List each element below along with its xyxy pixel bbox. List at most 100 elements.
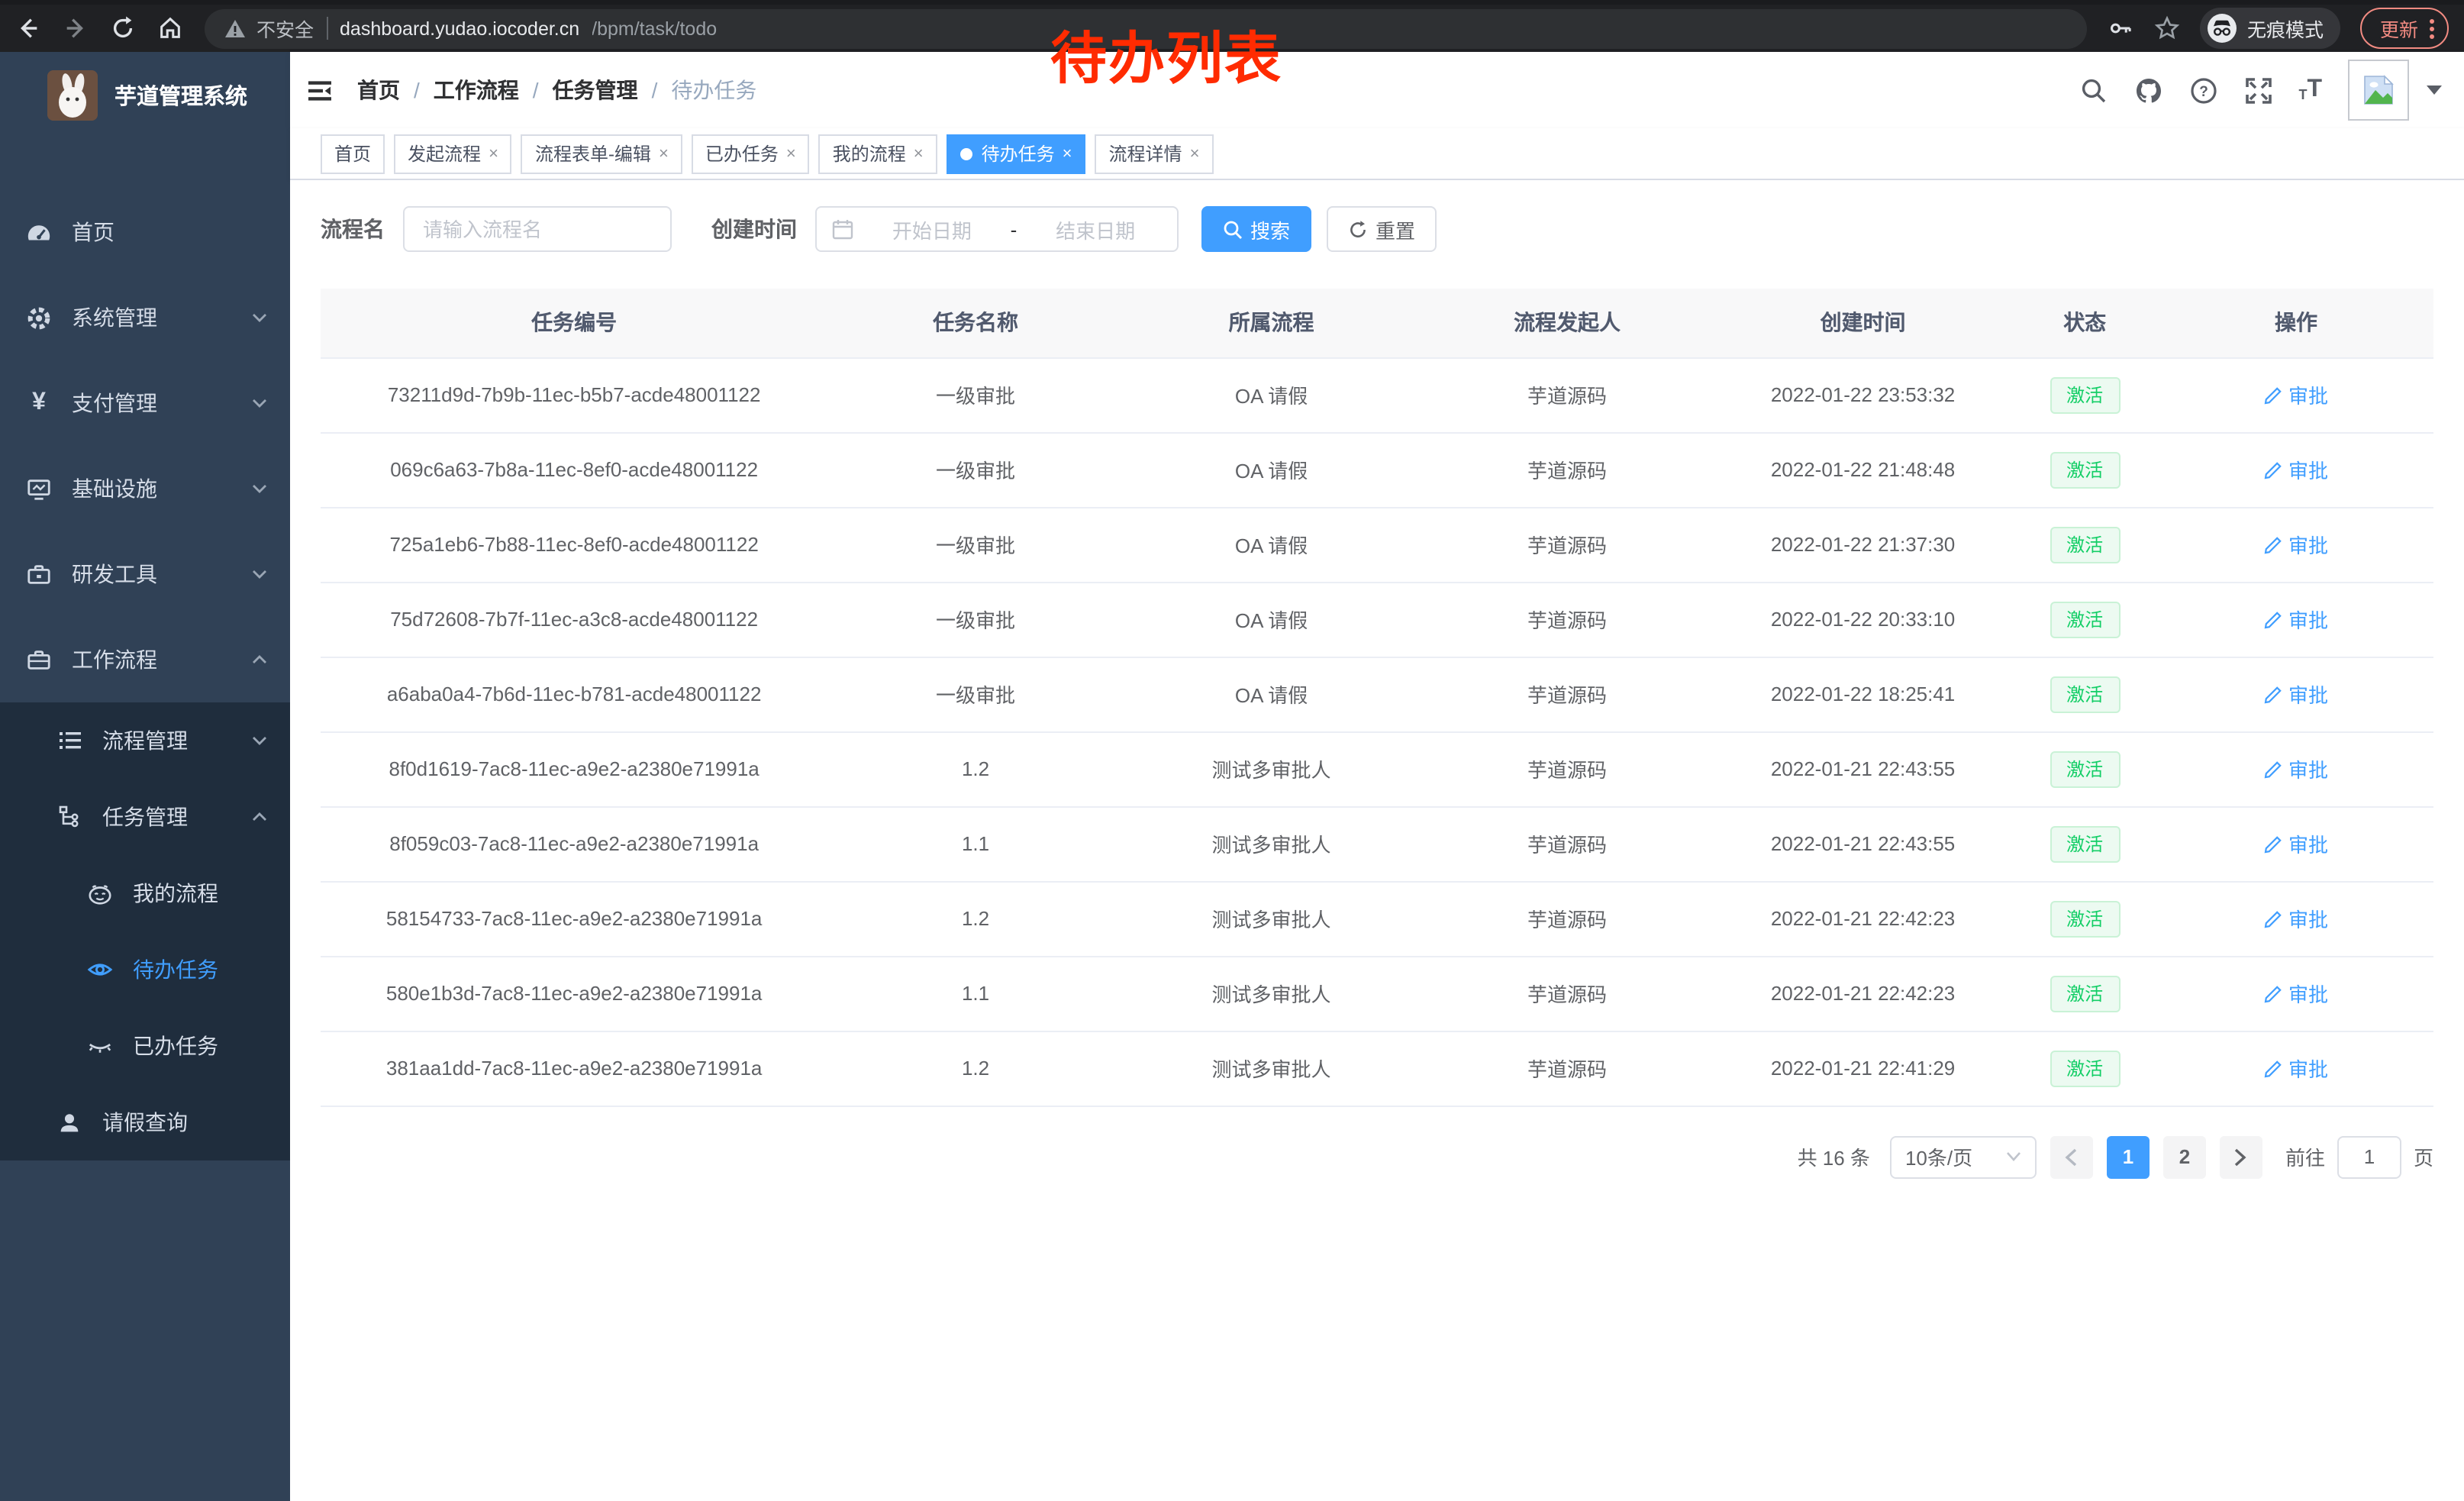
incognito-icon [2208, 14, 2237, 43]
browser-menu-icon[interactable] [2429, 18, 2435, 39]
tab-label: 发起流程 [408, 140, 481, 166]
approve-button[interactable]: 审批 [2264, 904, 2328, 933]
approve-button[interactable]: 审批 [2264, 380, 2328, 409]
date-range-picker[interactable]: 开始日期 - 结束日期 [815, 206, 1179, 252]
tab-done-tasks[interactable]: 已办任务 × [692, 134, 810, 173]
approve-button[interactable]: 审批 [2264, 979, 2328, 1008]
table-header-row: 任务编号 任务名称 所属流程 流程发起人 创建时间 状态 操作 [321, 289, 2433, 357]
cell-task-id: 580e1b3d-7ac8-11ec-a9e2-a2380e71991a [321, 956, 827, 1031]
chevron-down-icon [250, 308, 269, 327]
sidebar-item-process-mgmt[interactable]: 流程管理 [0, 702, 290, 779]
cell-starter: 芋道源码 [1419, 1031, 1715, 1106]
approve-button[interactable]: 审批 [2264, 530, 2328, 559]
cell-create-time: 2022-01-22 21:37:30 [1715, 507, 2011, 582]
app-logo-row[interactable]: 芋道管理系统 [0, 52, 290, 137]
sidebar-item-home[interactable]: 首页 [0, 189, 290, 275]
prev-page-button[interactable] [2050, 1135, 2093, 1178]
font-size-icon[interactable]: TT [2298, 78, 2322, 102]
page-size-select[interactable]: 10条/页 [1890, 1135, 2037, 1178]
cell-task-id: a6aba0a4-7b6d-11ec-b781-acde48001122 [321, 657, 827, 731]
cell-create-time: 2022-01-21 22:41:29 [1715, 1031, 2011, 1106]
sidebar-item-label: 系统管理 [72, 302, 157, 333]
edit-icon [2264, 610, 2282, 628]
sidebar-item-todo-tasks[interactable]: 待办任务 [0, 931, 290, 1008]
forward-icon[interactable] [63, 15, 89, 41]
cell-task-name: 1.2 [827, 731, 1124, 806]
approve-button[interactable]: 审批 [2264, 679, 2328, 709]
tab-label: 已办任务 [705, 140, 779, 166]
total-count: 共 16 条 [1798, 1142, 1870, 1171]
sidebar-item-workflow[interactable]: 工作流程 [0, 617, 290, 702]
close-icon[interactable]: × [659, 144, 669, 163]
sidebar-item-devtools[interactable]: 研发工具 [0, 531, 290, 617]
close-icon[interactable]: × [489, 144, 498, 163]
close-icon[interactable]: × [1063, 144, 1072, 163]
list-icon [56, 728, 82, 754]
sidebar-item-system[interactable]: 系统管理 [0, 275, 290, 360]
insecure-warning[interactable]: 不安全 [224, 14, 314, 43]
url-path: /bpm/task/todo [592, 18, 717, 39]
help-icon[interactable]: ? [2188, 76, 2217, 105]
cell-task-name: 一级审批 [827, 582, 1124, 657]
github-icon[interactable] [2133, 76, 2162, 105]
app-title: 芋道管理系统 [114, 79, 247, 111]
approve-button[interactable]: 审批 [2264, 455, 2328, 484]
tags-view-bar: 首页 发起流程 × 流程表单-编辑 × 已办任务 × 我的流程× 待办任务× 流程详情… [290, 128, 2464, 180]
breadcrumb-workflow[interactable]: 工作流程 [434, 75, 519, 105]
approve-button[interactable]: 审批 [2264, 829, 2328, 858]
approve-button[interactable]: 审批 [2264, 605, 2328, 634]
tab-label: 流程表单-编辑 [535, 140, 651, 166]
update-button[interactable]: 更新 [2360, 8, 2449, 49]
breadcrumb-home[interactable]: 首页 [357, 75, 400, 105]
range-separator: - [1011, 218, 1018, 240]
approve-button[interactable]: 审批 [2264, 1054, 2328, 1083]
fullscreen-icon[interactable] [2243, 76, 2272, 105]
approve-button[interactable]: 审批 [2264, 754, 2328, 783]
tab-todo-tasks[interactable]: 待办任务× [947, 134, 1086, 173]
cell-task-name: 一级审批 [827, 432, 1124, 507]
process-name-input[interactable] [403, 206, 672, 252]
page-button-2[interactable]: 2 [2163, 1135, 2206, 1178]
sidebar-item-payment[interactable]: ¥ 支付管理 [0, 360, 290, 446]
next-page-button[interactable] [2220, 1135, 2262, 1178]
cell-task-name: 1.2 [827, 1031, 1124, 1106]
goto-page-input[interactable] [2337, 1135, 2401, 1178]
workflow-submenu: 流程管理 任务管理 我的流程 待办任务 已办 [0, 702, 290, 1160]
sidebar-collapse-icon[interactable] [305, 76, 334, 105]
reload-icon[interactable] [110, 15, 136, 41]
status-badge: 激活 [2050, 376, 2120, 413]
tab-process-form-edit[interactable]: 流程表单-编辑 × [521, 134, 682, 173]
avatar[interactable] [2348, 60, 2409, 121]
page-button-1[interactable]: 1 [2107, 1135, 2150, 1178]
reset-button[interactable]: 重置 [1327, 206, 1437, 252]
close-icon[interactable]: × [914, 144, 924, 163]
home-icon[interactable] [157, 15, 183, 41]
tab-home[interactable]: 首页 [321, 134, 385, 173]
table-row: 580e1b3d-7ac8-11ec-a9e2-a2380e71991a 1.1… [321, 956, 2433, 1031]
close-icon[interactable]: × [786, 144, 796, 163]
tab-start-process[interactable]: 发起流程 × [394, 134, 512, 173]
sidebar-item-task-mgmt[interactable]: 任务管理 [0, 779, 290, 855]
close-icon[interactable]: × [1190, 144, 1200, 163]
sidebar-item-leave-query[interactable]: 请假查询 [0, 1084, 290, 1160]
tab-process-detail[interactable]: 流程详情× [1095, 134, 1214, 173]
sidebar-item-label: 任务管理 [102, 802, 188, 832]
sidebar-item-my-process[interactable]: 我的流程 [0, 855, 290, 931]
sidebar-item-done-tasks[interactable]: 已办任务 [0, 1008, 290, 1084]
incognito-badge[interactable]: 无痕模式 [2200, 8, 2340, 49]
cell-process: 测试多审批人 [1124, 731, 1420, 806]
refresh-icon [1348, 219, 1368, 239]
sidebar-item-infra[interactable]: 基础设施 [0, 446, 290, 531]
key-icon[interactable] [2108, 15, 2134, 41]
back-icon[interactable] [15, 15, 41, 41]
col-create-time: 创建时间 [1715, 289, 2011, 357]
cell-create-time: 2022-01-22 18:25:41 [1715, 657, 2011, 731]
search-button[interactable]: 搜索 [1201, 206, 1311, 252]
caret-down-icon[interactable] [2426, 84, 2443, 96]
breadcrumb-task-mgmt[interactable]: 任务管理 [553, 75, 638, 105]
tab-my-process[interactable]: 我的流程× [819, 134, 937, 173]
search-icon[interactable] [2079, 76, 2108, 105]
cell-create-time: 2022-01-22 23:53:32 [1715, 357, 2011, 432]
cell-starter: 芋道源码 [1419, 806, 1715, 881]
bookmark-star-icon[interactable] [2154, 15, 2180, 41]
